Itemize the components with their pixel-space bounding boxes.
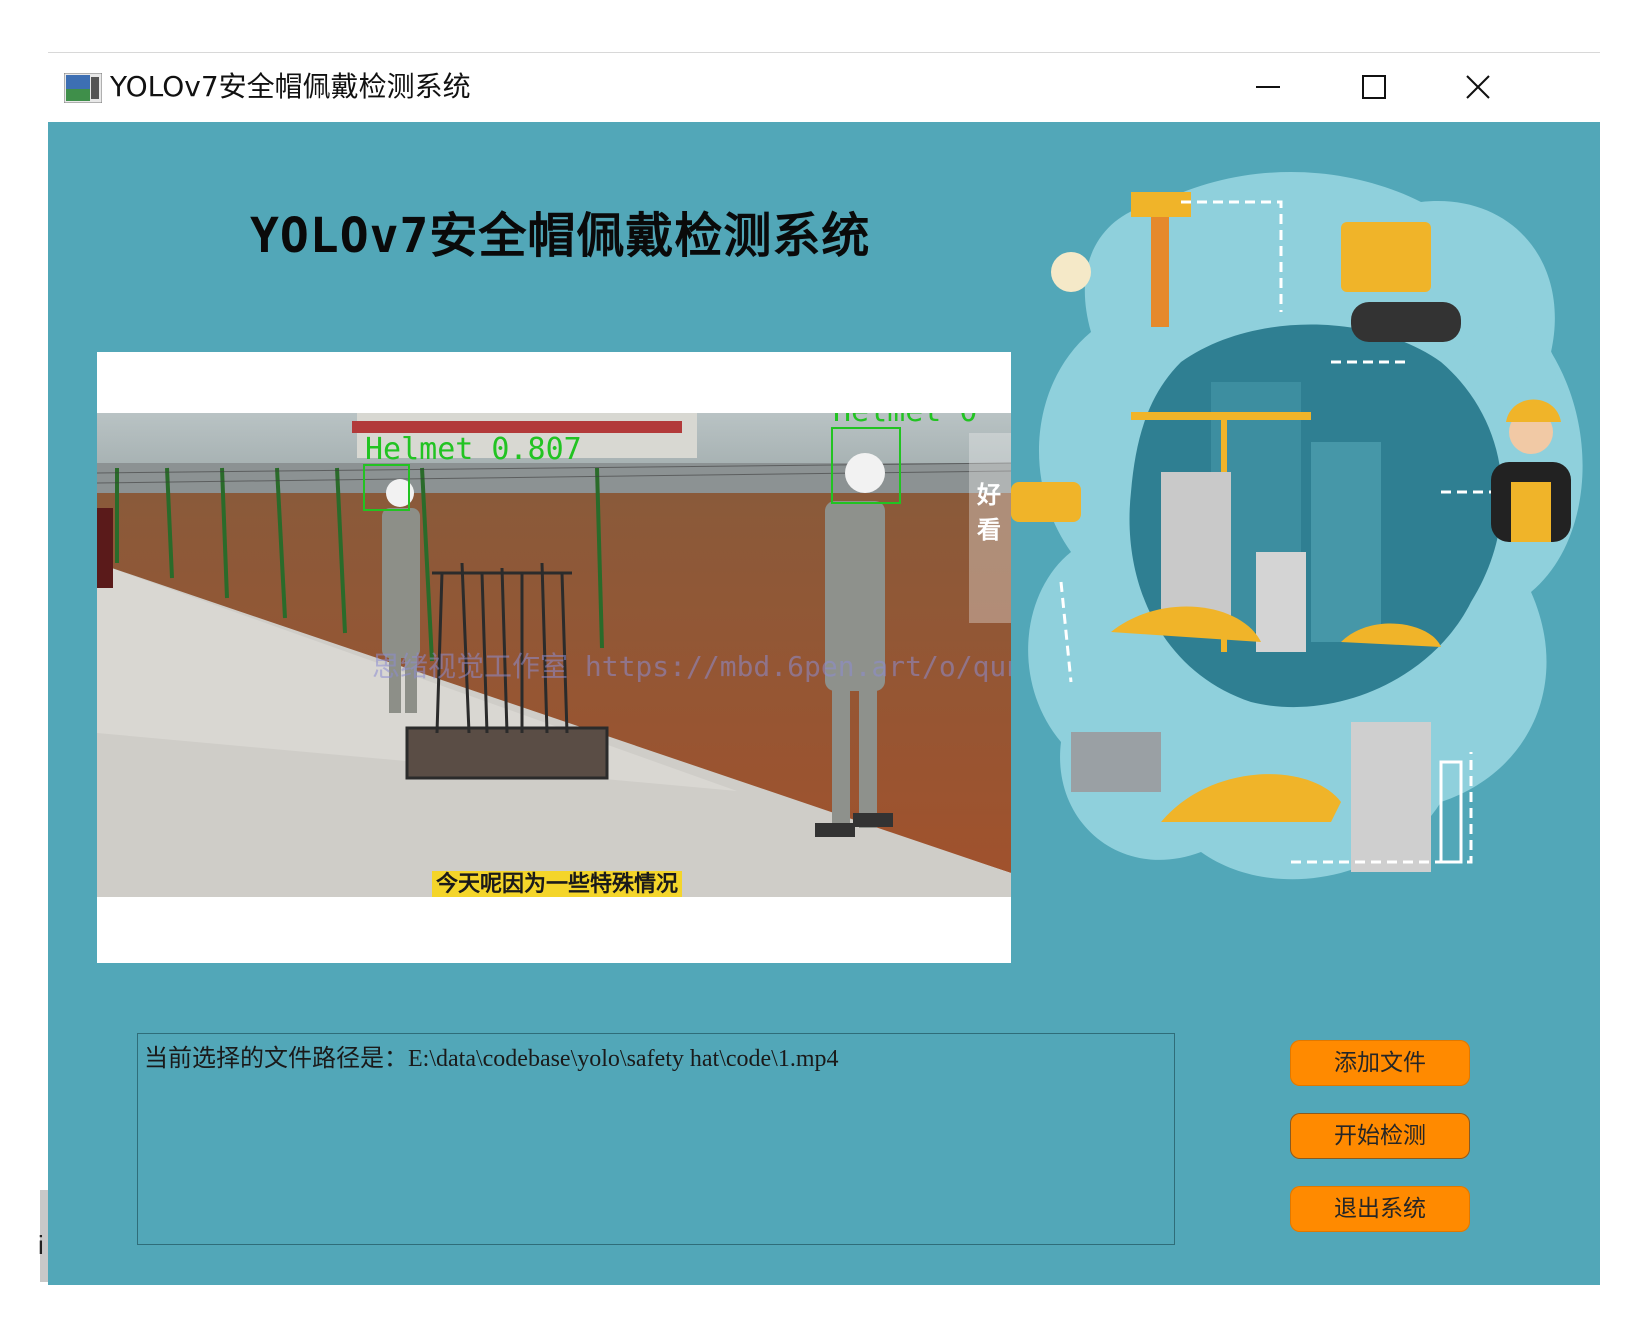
detection-label: Helmet 0.807: [365, 432, 582, 467]
construction-illustration: [1011, 162, 1600, 932]
exit-system-button[interactable]: 退出系统: [1290, 1186, 1470, 1232]
detection-label: Helmet 0: [833, 413, 978, 427]
app-icon: [63, 72, 103, 104]
video-subtitle: 今天呢因为一些特殊情况: [432, 871, 683, 897]
minimize-button[interactable]: [1238, 65, 1298, 109]
close-button[interactable]: [1448, 65, 1508, 109]
app-window: YOLOv7安全帽佩戴检测系统 YOLOv7安全帽佩戴检测系统 Helmet 0…: [48, 52, 1600, 1285]
maximize-button[interactable]: [1344, 65, 1404, 109]
title-bar[interactable]: YOLOv7安全帽佩戴检测系统: [48, 53, 1600, 122]
minimize-icon: [1255, 74, 1281, 100]
video-side-text: 好看: [977, 481, 1001, 544]
window-title: YOLOv7安全帽佩戴检测系统: [110, 70, 471, 103]
close-icon: [1465, 74, 1491, 100]
file-path-textbox[interactable]: 当前选择的文件路径是：E:\data\codebase\yolo\safety …: [137, 1033, 1175, 1245]
video-frame-image: Helmet 0.807 Helmet 0 思绪视觉工作室 https://mb…: [97, 413, 1011, 897]
start-detect-button[interactable]: 开始检测: [1290, 1113, 1470, 1159]
background-window-glyph: i: [38, 1230, 44, 1260]
file-path-text: 当前选择的文件路径是：E:\data\codebase\yolo\safety …: [144, 1046, 839, 1072]
video-display: Helmet 0.807 Helmet 0 思绪视觉工作室 https://mb…: [97, 352, 1011, 963]
maximize-icon: [1361, 74, 1387, 100]
video-watermark: 思绪视觉工作室 https://mbd.6pen.art/o/qunshan/w…: [372, 650, 1011, 683]
add-file-button[interactable]: 添加文件: [1290, 1040, 1470, 1086]
main-panel: YOLOv7安全帽佩戴检测系统 Helmet 0.807 思绪视觉工作室 htt…: [48, 122, 1600, 1285]
system-heading: YOLOv7安全帽佩戴检测系统: [250, 208, 871, 264]
